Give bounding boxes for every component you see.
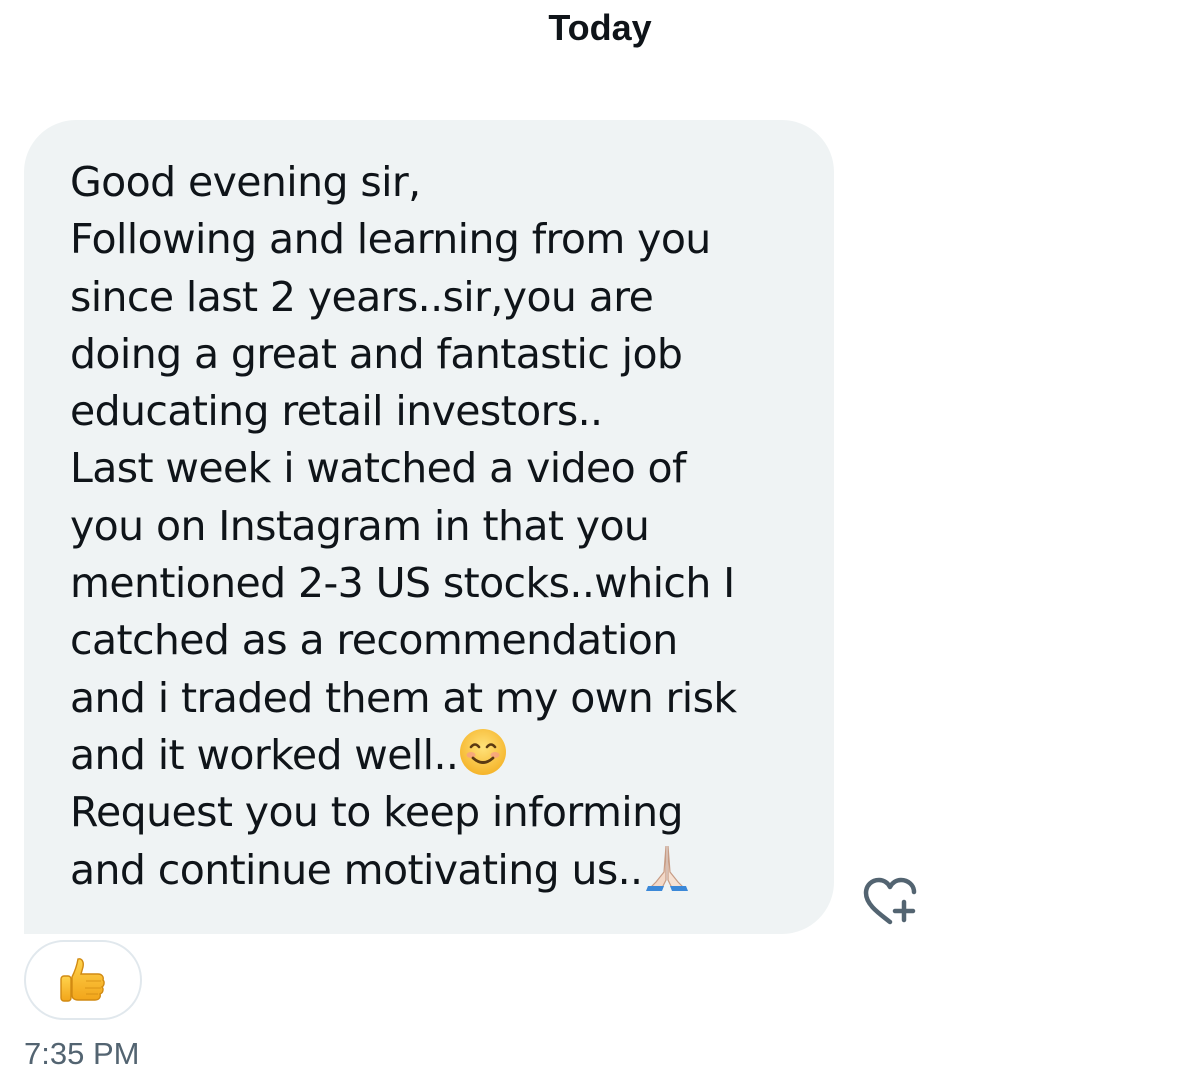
- message-line: doing a great and fantastic job: [70, 329, 683, 378]
- folded-hands-emoji-icon: [646, 845, 689, 891]
- message-line: Last week i watched a video of: [70, 444, 686, 493]
- message-timestamp: 7:35 PM: [24, 1036, 140, 1071]
- message-line: since last 2 years..sir,you are: [70, 272, 654, 321]
- reaction-thumbs-up[interactable]: [24, 940, 142, 1020]
- heart-plus-icon: [863, 877, 917, 925]
- message-line: Request you to keep informing: [70, 788, 684, 837]
- dm-conversation: Today Good evening sir, Following and le…: [0, 0, 1200, 1091]
- message-line: and i traded them at my own risk: [70, 673, 737, 722]
- message-line: you on Instagram in that you: [70, 501, 650, 550]
- message-line: Good evening sir,: [70, 158, 421, 206]
- message-line: educating retail investors..: [70, 387, 603, 436]
- message-text: Good evening sir, Following and learning…: [70, 154, 794, 899]
- message-line: mentioned 2-3 US stocks..which I: [70, 559, 735, 608]
- thumbs-up-icon: [60, 958, 105, 1002]
- add-reaction-button[interactable]: [860, 874, 922, 930]
- message-line: catched as a recommendation: [70, 616, 678, 665]
- message-line: and it worked well..: [70, 730, 459, 779]
- message-line: and continue motivating us..: [70, 845, 643, 894]
- smiling-face-emoji-icon: [460, 728, 507, 775]
- message-line: Following and learning from you: [70, 215, 711, 264]
- day-divider: Today: [548, 7, 652, 48]
- message-bubble[interactable]: Good evening sir, Following and learning…: [24, 120, 834, 934]
